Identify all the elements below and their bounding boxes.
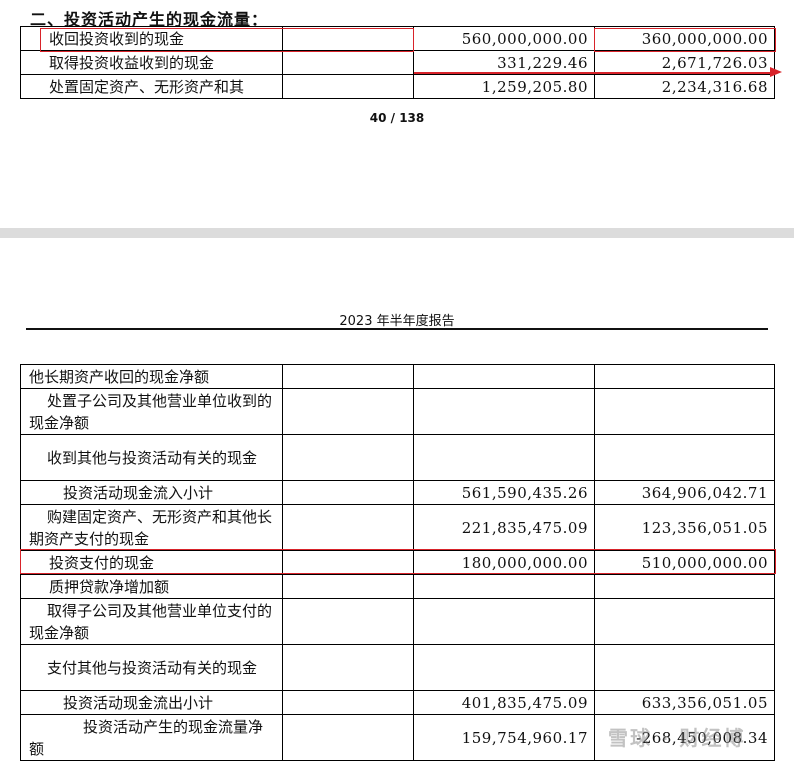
prior-period-value — [594, 598, 775, 645]
prior-period-value — [594, 574, 775, 599]
current-period-value: 561,590,435.26 — [413, 480, 595, 505]
note-cell — [282, 388, 414, 435]
note-cell — [282, 644, 414, 691]
header-rule — [26, 328, 768, 330]
table-row: 处置子公司及其他营业单位收到的现金净额 — [20, 388, 775, 435]
note-cell — [282, 550, 414, 575]
table-row: 处置固定资产、无形资产和其 1,259,205.80 2,234,316.68 — [20, 74, 775, 99]
current-period-value — [413, 644, 595, 691]
row-label: 取得子公司及其他营业单位支付的现金净额 — [20, 598, 283, 645]
note-cell — [282, 504, 414, 551]
current-period-value: 221,835,475.09 — [413, 504, 595, 551]
note-cell — [282, 714, 414, 761]
cashflow-table-bottom: 他长期资产收回的现金净额 处置子公司及其他营业单位收到的现金净额 收到其他与投资… — [20, 364, 775, 761]
row-label: 收回投资收到的现金 — [20, 26, 283, 51]
current-period-value — [413, 434, 595, 481]
table-row: 取得子公司及其他营业单位支付的现金净额 — [20, 598, 775, 645]
note-cell — [282, 364, 414, 389]
prior-period-value — [594, 388, 775, 435]
current-period-value: 180,000,000.00 — [413, 550, 595, 575]
current-period-value: 331,229.46 — [413, 50, 595, 75]
prior-period-value: 364,906,042.71 — [594, 480, 775, 505]
prior-period-value: 123,356,051.05 — [594, 504, 775, 551]
row-label: 收到其他与投资活动有关的现金 — [20, 434, 283, 481]
current-period-value — [413, 364, 595, 389]
note-cell — [282, 598, 414, 645]
note-cell — [282, 480, 414, 505]
highlight-arrow-line — [414, 72, 774, 74]
prior-period-value: 510,000,000.00 — [594, 550, 775, 575]
row-label: 投资活动产生的现金流量净额 — [20, 714, 283, 761]
current-period-value — [413, 598, 595, 645]
prior-period-value — [594, 644, 775, 691]
note-cell — [282, 434, 414, 481]
note-cell — [282, 690, 414, 715]
table-row: 投资支付的现金 180,000,000.00 510,000,000.00 — [20, 550, 775, 575]
note-cell — [282, 74, 414, 99]
row-label: 质押贷款净增加额 — [20, 574, 283, 599]
current-period-value — [413, 388, 595, 435]
arrow-right-icon — [770, 67, 782, 77]
table-row: 购建固定资产、无形资产和其他长期资产支付的现金 221,835,475.09 1… — [20, 504, 775, 551]
prior-period-value — [594, 434, 775, 481]
note-cell — [282, 50, 414, 75]
current-period-value: 560,000,000.00 — [413, 26, 595, 51]
table-row: 质押贷款净增加额 — [20, 574, 775, 599]
page-fragment-top: 二、投资活动产生的现金流量： 收回投资收到的现金 560,000,000.00 … — [0, 0, 794, 228]
prior-period-value: 633,356,051.05 — [594, 690, 775, 715]
watermark: 雪球 · 财经博 — [608, 726, 746, 750]
row-label: 处置子公司及其他营业单位收到的现金净额 — [20, 388, 283, 435]
current-period-value — [413, 574, 595, 599]
prior-period-value — [594, 364, 775, 389]
row-label: 购建固定资产、无形资产和其他长期资产支付的现金 — [20, 504, 283, 551]
table-row: 投资活动现金流入小计 561,590,435.26 364,906,042.71 — [20, 480, 775, 505]
report-header: 2023 年半年度报告 — [339, 314, 455, 329]
row-label: 他长期资产收回的现金净额 — [20, 364, 283, 389]
row-label: 支付其他与投资活动有关的现金 — [20, 644, 283, 691]
note-cell — [282, 574, 414, 599]
page-separator — [0, 228, 794, 238]
cashflow-table-top: 收回投资收到的现金 560,000,000.00 360,000,000.00 … — [20, 26, 775, 99]
current-period-value: 401,835,475.09 — [413, 690, 595, 715]
table-row: 收回投资收到的现金 560,000,000.00 360,000,000.00 — [20, 26, 775, 51]
table-row: 投资活动现金流出小计 401,835,475.09 633,356,051.05 — [20, 690, 775, 715]
table-row: 支付其他与投资活动有关的现金 — [20, 644, 775, 691]
row-label: 投资活动现金流入小计 — [20, 480, 283, 505]
row-label: 投资活动现金流出小计 — [20, 690, 283, 715]
current-period-value: 1,259,205.80 — [413, 74, 595, 99]
table-row: 收到其他与投资活动有关的现金 — [20, 434, 775, 481]
current-period-value: 159,754,960.17 — [413, 714, 595, 761]
row-label: 投资支付的现金 — [20, 550, 283, 575]
row-label: 取得投资收益收到的现金 — [20, 50, 283, 75]
table-row: 取得投资收益收到的现金 331,229.46 2,671,726.03 — [20, 50, 775, 75]
row-label: 处置固定资产、无形资产和其 — [20, 74, 283, 99]
table-row: 他长期资产收回的现金净额 — [20, 364, 775, 389]
note-cell — [282, 26, 414, 51]
prior-period-value: 2,234,316.68 — [594, 74, 775, 99]
prior-period-value: 360,000,000.00 — [594, 26, 775, 51]
prior-period-value: 2,671,726.03 — [594, 50, 775, 75]
page-number: 40 / 138 — [369, 111, 425, 125]
